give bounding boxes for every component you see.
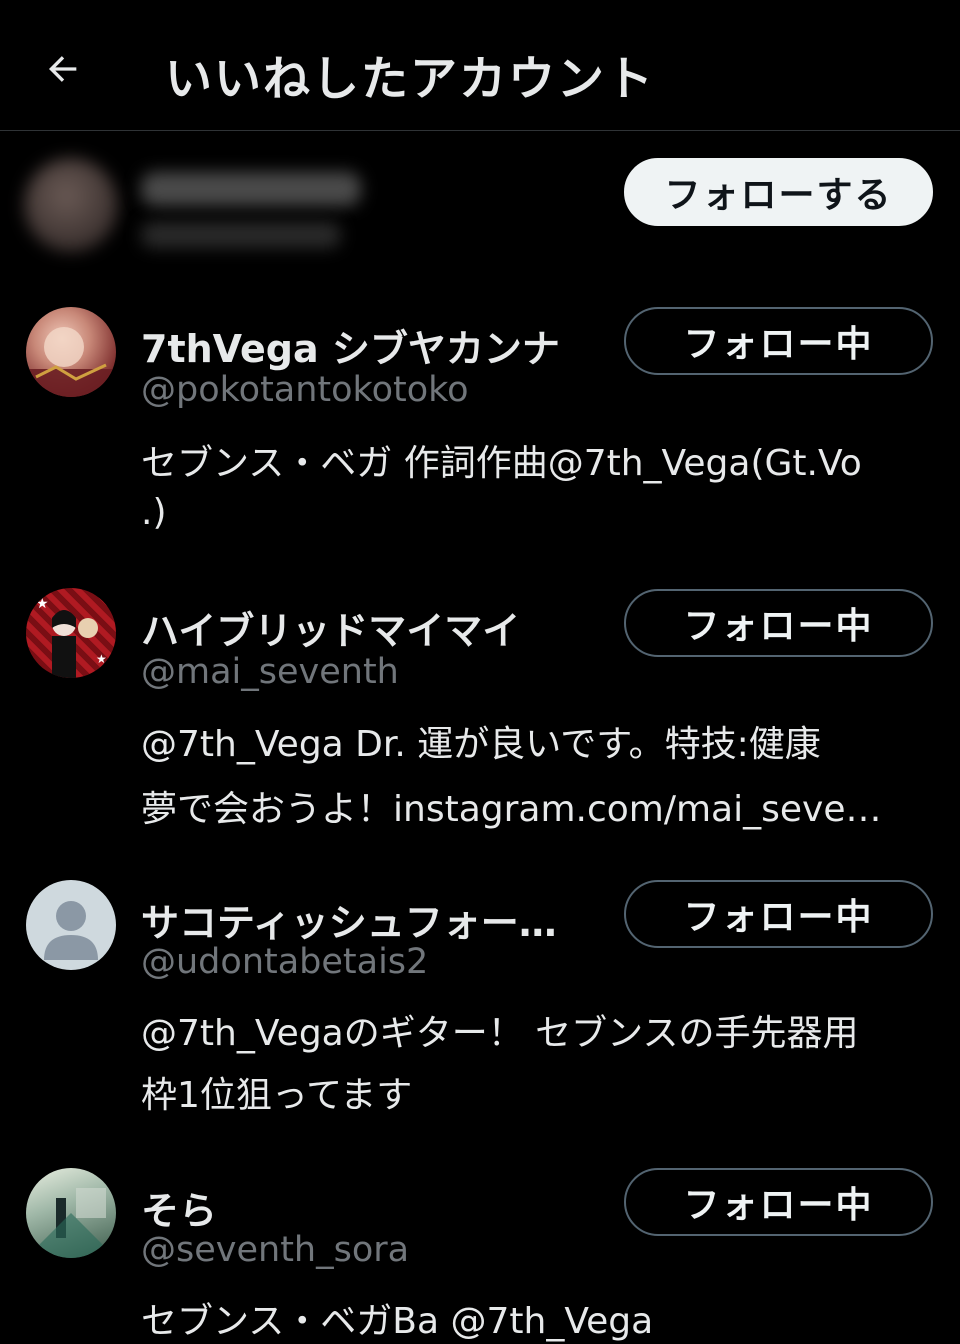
avatar-image: ★ ★ — [36, 596, 107, 678]
user-name[interactable]: 7thVega シブヤカンナ — [141, 318, 560, 373]
bio-line: セブンス・ベガBa @7th_Vega — [141, 1301, 654, 1342]
page-title: いいねしたアカウント — [165, 52, 655, 107]
user-handle[interactable]: @udontabetais2 — [141, 942, 428, 982]
blurred-name — [141, 172, 361, 206]
default-avatar-icon — [44, 901, 98, 960]
avatar[interactable] — [26, 1168, 116, 1258]
bio-line: 枠1位狙ってます — [141, 1075, 413, 1116]
avatar[interactable]: ★ ★ — [26, 588, 116, 678]
avatar[interactable] — [26, 307, 116, 397]
bio-line: .) — [141, 492, 167, 533]
user-handle[interactable]: @mai_seventh — [141, 652, 399, 692]
user-handle[interactable]: @seventh_sora — [141, 1230, 409, 1270]
avatar[interactable] — [24, 158, 118, 252]
bio-line: @7th_Vega Dr. 運が良いです。特技:健康 — [141, 724, 821, 765]
svg-text:★: ★ — [96, 652, 107, 666]
following-button[interactable]: フォロー中 — [624, 1168, 933, 1236]
user-name[interactable]: ハイブリッドマイマイ — [141, 600, 520, 655]
avatar-image — [26, 327, 116, 397]
following-button[interactable]: フォロー中 — [624, 880, 933, 948]
user-name[interactable]: そら — [141, 1180, 217, 1235]
following-button[interactable]: フォロー中 — [624, 589, 933, 657]
follow-button[interactable]: フォローする — [624, 158, 933, 226]
user-handle[interactable]: @pokotantokotoko — [141, 370, 469, 410]
bio-line: 夢で会おうよ！instagram.com/mai_seve… — [141, 789, 882, 830]
blurred-handle — [141, 222, 341, 248]
top-bar: いいねしたアカウント — [0, 0, 960, 131]
avatar-image — [26, 1188, 116, 1258]
arrow-left-icon — [49, 56, 77, 82]
user-name[interactable]: サコティッシュフォー… — [141, 892, 557, 947]
avatar[interactable] — [26, 880, 116, 970]
bio-line: セブンス・ベガ 作詞作曲@7th_Vega(Gt.Vo — [141, 443, 862, 484]
back-button[interactable] — [36, 42, 90, 96]
following-button[interactable]: フォロー中 — [624, 307, 933, 375]
svg-text:★: ★ — [36, 596, 49, 612]
bio-line: @7th_Vegaのギター！ セブンスの手先器用 — [141, 1013, 859, 1054]
